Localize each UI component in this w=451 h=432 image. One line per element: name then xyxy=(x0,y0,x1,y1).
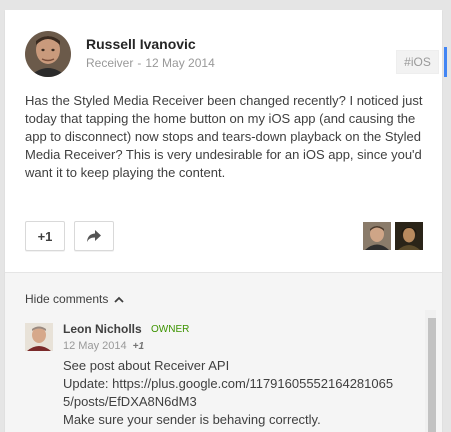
comment-line-4: Make sure your sender is behaving correc… xyxy=(63,412,321,427)
plusoner-avatar-2[interactable] xyxy=(395,222,423,250)
comment-author-name[interactable]: Leon Nicholls xyxy=(63,322,142,336)
comment-link-line-2[interactable]: 5/posts/EfDXA8N6dM3 xyxy=(63,393,413,410)
post-source[interactable]: Receiver xyxy=(86,56,133,70)
chevron-up-icon xyxy=(114,296,125,303)
hashtag-chip[interactable]: #iOS xyxy=(396,50,439,74)
tag-accent-bar xyxy=(444,47,447,77)
owner-badge: OWNER xyxy=(151,324,190,335)
share-button[interactable] xyxy=(74,221,114,251)
author-avatar[interactable] xyxy=(25,31,71,77)
post-body-text: Has the Styled Media Receiver been chang… xyxy=(25,93,423,180)
meta-separator: - xyxy=(137,56,142,70)
comment-meta: 12 May 2014 +1 xyxy=(63,340,144,352)
share-arrow-icon xyxy=(87,230,101,242)
hide-comments-toggle[interactable]: Hide comments xyxy=(25,292,125,306)
comment-date[interactable]: 12 May 2014 xyxy=(63,340,127,352)
hide-comments-label: Hide comments xyxy=(25,292,109,306)
comment-link-line-1[interactable]: Update: https://plus.google.com/11791605… xyxy=(63,375,413,392)
comment-line-1: See post about Receiver API xyxy=(63,358,230,373)
post-date[interactable]: 12 May 2014 xyxy=(145,56,214,70)
post-card: Russell Ivanovic Receiver -12 May 2014 #i… xyxy=(5,10,442,432)
post-meta: Receiver -12 May 2014 xyxy=(86,56,215,70)
plus-one-button[interactable]: +1 xyxy=(25,221,65,251)
comment-plus-one-count[interactable]: +1 xyxy=(133,341,144,352)
post-author-name[interactable]: Russell Ivanovic xyxy=(86,36,196,52)
comments-scrollbar-thumb[interactable] xyxy=(428,318,436,432)
commenter-avatar[interactable] xyxy=(25,323,53,351)
plusoner-avatar-1[interactable] xyxy=(363,222,391,250)
comments-section: Hide comments Leon Nicholls OWNER 12 May… xyxy=(5,272,442,432)
